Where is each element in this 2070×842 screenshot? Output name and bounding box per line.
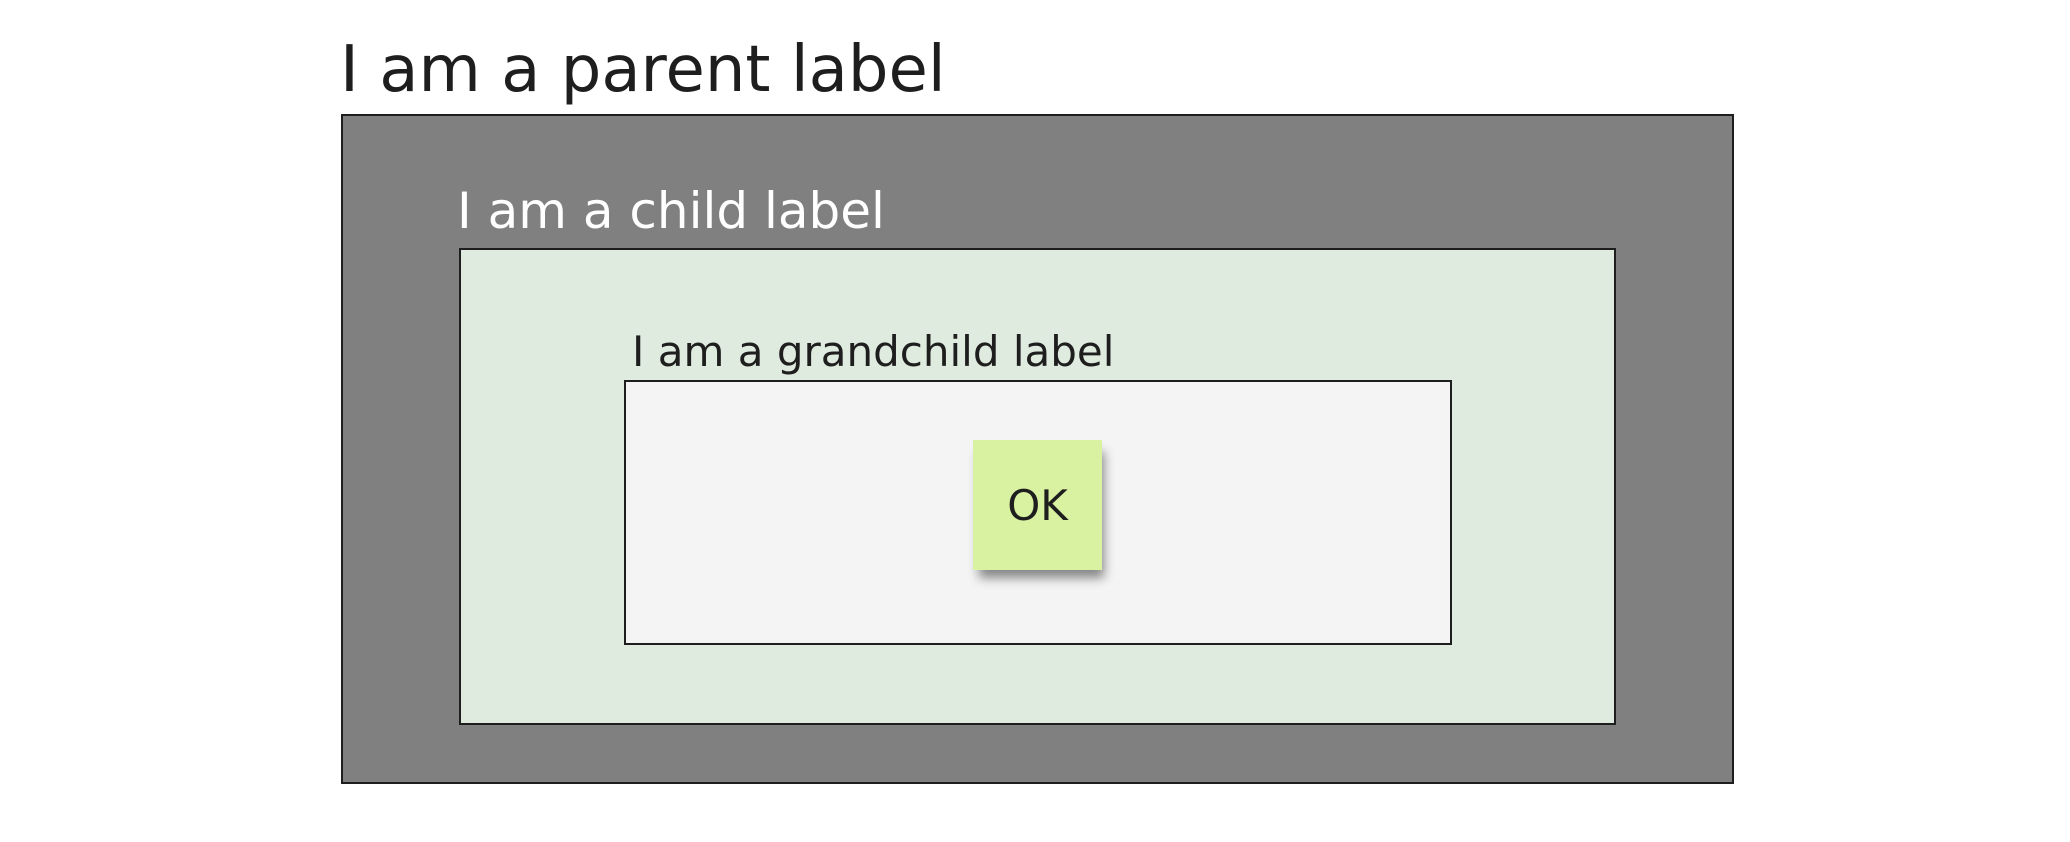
sticky-note-text: OK (1007, 480, 1068, 530)
grandchild-frame-label: I am a grandchild label (632, 327, 1115, 376)
ok-sticky-note[interactable]: OK (973, 440, 1102, 570)
child-frame-label: I am a child label (457, 182, 885, 240)
parent-frame-label: I am a parent label (340, 33, 946, 107)
